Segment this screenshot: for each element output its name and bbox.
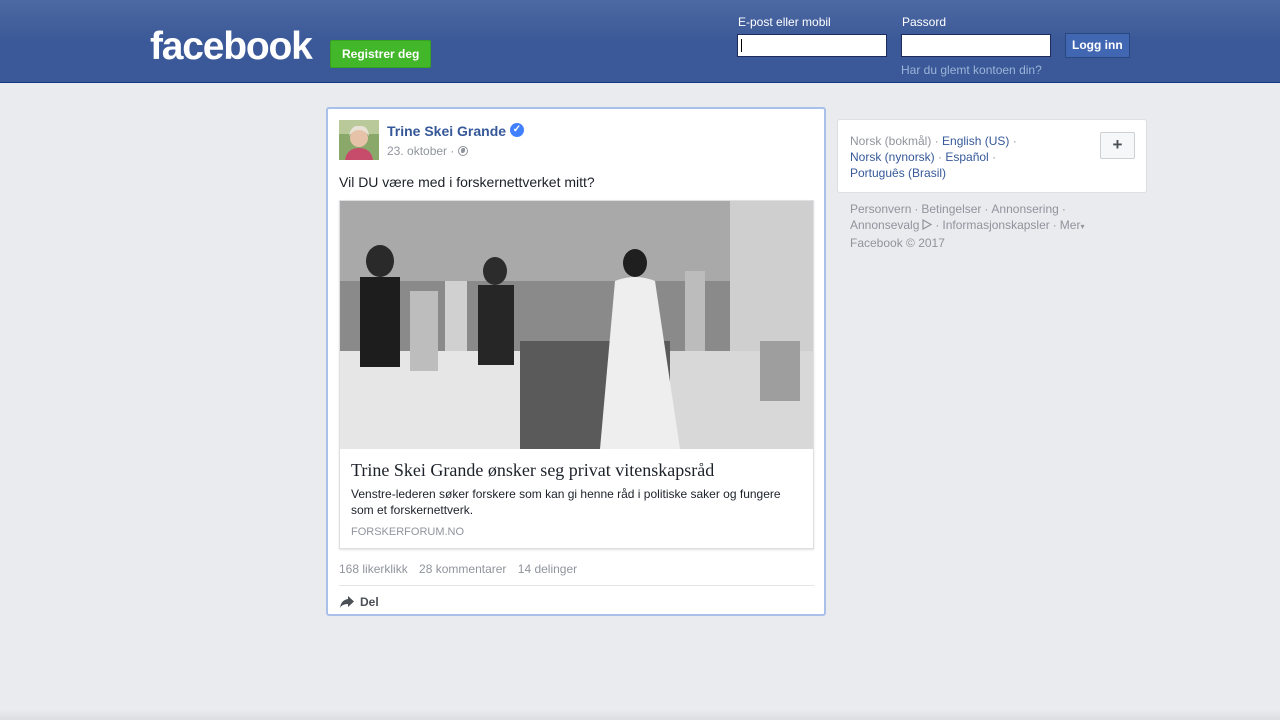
login-button[interactable]: Logg inn	[1065, 33, 1130, 58]
footer-link-cookies[interactable]: Informasjonskapsler	[942, 218, 1049, 232]
language-option-english[interactable]: English (US)	[942, 134, 1009, 148]
forgot-account-link[interactable]: Har du glemt kontoen din?	[901, 63, 1042, 77]
add-language-button[interactable]: +	[1100, 132, 1135, 159]
share-arrow-icon	[340, 596, 354, 608]
link-title[interactable]: Trine Skei Grande ønsker seg privat vite…	[351, 460, 714, 481]
footer-link-terms[interactable]: Betingelser	[921, 202, 981, 216]
post-card: Trine Skei Grande ✓ 23. oktober · Vil DU…	[326, 107, 826, 616]
copyright: Facebook © 2017	[850, 236, 945, 250]
share-button[interactable]: Del	[339, 593, 379, 611]
caret-down-icon: ▾	[1080, 222, 1085, 231]
facebook-logo[interactable]: facebook	[150, 26, 313, 68]
email-label: E-post eller mobil	[738, 15, 831, 29]
link-preview-image[interactable]	[340, 201, 813, 449]
post-stats: 168 likerklikk 28 kommentarer 14 delinge…	[339, 562, 585, 576]
language-option-espanol[interactable]: Español	[945, 150, 988, 164]
top-bar: facebook Registrer deg E-post eller mobi…	[0, 0, 1280, 83]
bottom-shade	[0, 710, 1280, 720]
link-source: FORSKERFORUM.NO	[351, 526, 465, 538]
link-preview-card[interactable]: Trine Skei Grande ønsker seg privat vite…	[339, 200, 814, 549]
post-author[interactable]: Trine Skei Grande	[387, 123, 506, 139]
text-caret	[741, 39, 742, 52]
footer-link-advertising[interactable]: Annonsering	[991, 202, 1058, 216]
link-description: Venstre-lederen søker forskere som kan g…	[351, 487, 781, 517]
footer-link-privacy[interactable]: Personvern	[850, 202, 911, 216]
language-current: Norsk (bokmål)	[850, 134, 932, 148]
footer-link-adchoices[interactable]: Annonsevalg	[850, 218, 919, 232]
password-field[interactable]	[901, 34, 1051, 57]
comments-count[interactable]: 28 kommentarer	[419, 562, 506, 576]
verified-badge-icon: ✓	[510, 123, 524, 137]
avatar[interactable]	[339, 120, 379, 160]
shares-count[interactable]: 14 delinger	[518, 562, 577, 576]
adchoices-icon	[922, 219, 933, 230]
likes-count[interactable]: 168 likerklikk	[339, 562, 408, 576]
language-option-portugues[interactable]: Português (Brasil)	[850, 166, 946, 180]
language-option-nynorsk[interactable]: Norsk (nynorsk)	[850, 150, 935, 164]
share-label: Del	[360, 595, 379, 609]
language-box: Norsk (bokmål) · English (US) · Norsk (n…	[837, 119, 1147, 193]
post-date[interactable]: 23. oktober ·	[387, 144, 454, 158]
globe-icon	[458, 146, 468, 156]
language-list: Norsk (bokmål) · English (US) · Norsk (n…	[850, 134, 1017, 180]
password-label: Passord	[902, 15, 947, 29]
footer-links: Personvern · Betingelser · Annonsering · Anno…	[850, 201, 1140, 251]
footer-link-more[interactable]: Mer	[1060, 218, 1081, 232]
post-text: Vil DU være med i forskernettverket mitt…	[339, 174, 595, 190]
email-field[interactable]	[737, 34, 887, 57]
divider	[339, 585, 814, 586]
register-button[interactable]: Registrer deg	[330, 40, 432, 68]
